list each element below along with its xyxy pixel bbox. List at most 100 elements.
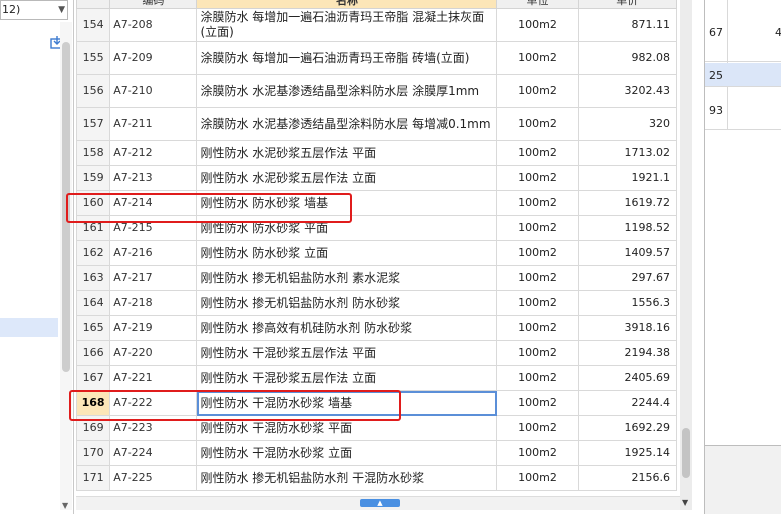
- list-item[interactable]: 93: [705, 88, 781, 130]
- quota-code[interactable]: A7-221: [109, 365, 198, 391]
- list-item[interactable]: 67 45: [705, 0, 781, 62]
- expand-panel-icon[interactable]: ▲: [360, 499, 400, 507]
- quota-code[interactable]: A7-223: [109, 415, 198, 441]
- row-number[interactable]: 166: [76, 340, 111, 366]
- table-row[interactable]: 169 A7-223 刚性防水 干混防水砂浆 平面 100m2 1692.29: [76, 415, 678, 441]
- quota-name[interactable]: 刚性防水 水泥砂浆五层作法 立面: [196, 165, 498, 191]
- quota-code[interactable]: A7-217: [109, 265, 198, 291]
- row-number[interactable]: 156: [76, 74, 111, 108]
- row-number[interactable]: 155: [76, 41, 111, 75]
- quota-name[interactable]: 刚性防水 干混砂浆五层作法 立面: [196, 365, 498, 391]
- quota-code[interactable]: A7-208: [109, 8, 198, 42]
- row-number[interactable]: 157: [76, 107, 111, 141]
- quota-name[interactable]: 刚性防水 掺无机铝盐防水剂 干混防水砂浆: [196, 465, 498, 491]
- row-number[interactable]: 170: [76, 440, 111, 466]
- quota-code[interactable]: A7-224: [109, 440, 198, 466]
- quota-price[interactable]: 1925.14: [577, 440, 678, 466]
- table-row[interactable]: 164 A7-218 刚性防水 掺无机铝盐防水剂 防水砂浆 100m2 1556.3: [76, 290, 678, 316]
- left-scrollbar[interactable]: ▼: [60, 22, 72, 510]
- chevron-down-icon[interactable]: ▼: [58, 1, 65, 19]
- quota-price[interactable]: 1619.72: [577, 190, 678, 216]
- quota-price[interactable]: 1713.02: [577, 140, 678, 166]
- row-number[interactable]: 167: [76, 365, 111, 391]
- quota-unit[interactable]: 100m2: [496, 340, 579, 366]
- quota-name[interactable]: 刚性防水 掺无机铝盐防水剂 防水砂浆: [196, 290, 498, 316]
- quota-unit[interactable]: 100m2: [496, 74, 579, 108]
- quota-code[interactable]: A7-215: [109, 215, 198, 241]
- header-code[interactable]: 编码: [109, 0, 198, 9]
- left-tree-selected-item[interactable]: [0, 318, 58, 337]
- quota-price[interactable]: 320: [577, 107, 678, 141]
- quota-price[interactable]: 3202.43: [577, 74, 678, 108]
- quota-unit[interactable]: 100m2: [496, 240, 579, 266]
- quota-code[interactable]: A7-214: [109, 190, 198, 216]
- grid-horizontal-scrollbar[interactable]: ▲: [76, 496, 680, 510]
- quota-unit[interactable]: 100m2: [496, 290, 579, 316]
- table-row[interactable]: 157 A7-211 涂膜防水 水泥基渗透结晶型涂料防水层 每增减0.1mm 100m…: [76, 107, 678, 141]
- quota-code[interactable]: A7-212: [109, 140, 198, 166]
- quota-unit[interactable]: 100m2: [496, 41, 579, 75]
- quota-unit[interactable]: 100m2: [496, 440, 579, 466]
- quota-name[interactable]: 刚性防水 干混砂浆五层作法 平面: [196, 340, 498, 366]
- row-number[interactable]: 171: [76, 465, 111, 491]
- quota-name[interactable]: 涂膜防水 每增加一遍石油沥青玛王帝脂 混凝土抹灰面(立面): [196, 8, 498, 42]
- quota-unit[interactable]: 100m2: [496, 390, 579, 416]
- header-name[interactable]: 名称: [196, 0, 498, 9]
- quota-unit[interactable]: 100m2: [496, 107, 579, 141]
- list-item[interactable]: 25: [705, 63, 781, 87]
- quota-name[interactable]: 刚性防水 防水砂浆 平面: [196, 215, 498, 241]
- table-row[interactable]: 158 A7-212 刚性防水 水泥砂浆五层作法 平面 100m2 1713.02: [76, 140, 678, 166]
- quota-name[interactable]: 刚性防水 掺无机铝盐防水剂 素水泥浆: [196, 265, 498, 291]
- quota-name[interactable]: 涂膜防水 水泥基渗透结晶型涂料防水层 涂膜厚1mm: [196, 74, 498, 108]
- quota-name[interactable]: 刚性防水 干混防水砂浆 平面: [196, 415, 498, 441]
- quota-code[interactable]: A7-219: [109, 315, 198, 341]
- quota-unit[interactable]: 100m2: [496, 140, 579, 166]
- quota-price[interactable]: 2244.4: [577, 390, 678, 416]
- quota-code[interactable]: A7-210: [109, 74, 198, 108]
- table-row[interactable]: 155 A7-209 涂膜防水 每增加一遍石油沥青玛王帝脂 砖墙(立面) 100m2 9…: [76, 41, 678, 75]
- quota-name[interactable]: 刚性防水 干混防水砂浆 墙基: [196, 390, 498, 416]
- quota-name[interactable]: 刚性防水 干混防水砂浆 立面: [196, 440, 498, 466]
- row-number[interactable]: 159: [76, 165, 111, 191]
- table-row[interactable]: 162 A7-216 刚性防水 防水砂浆 立面 100m2 1409.57: [76, 240, 678, 266]
- table-row[interactable]: 160 A7-214 刚性防水 防水砂浆 墙基 100m2 1619.72: [76, 190, 678, 216]
- table-row[interactable]: 170 A7-224 刚性防水 干混防水砂浆 立面 100m2 1925.14: [76, 440, 678, 466]
- table-row[interactable]: 163 A7-217 刚性防水 掺无机铝盐防水剂 素水泥浆 100m2 297.67: [76, 265, 678, 291]
- row-number[interactable]: 158: [76, 140, 111, 166]
- quota-unit[interactable]: 100m2: [496, 165, 579, 191]
- quota-name[interactable]: 刚性防水 掺高效有机硅防水剂 防水砂浆: [196, 315, 498, 341]
- table-row[interactable]: 165 A7-219 刚性防水 掺高效有机硅防水剂 防水砂浆 100m2 3918.16: [76, 315, 678, 341]
- table-row[interactable]: 167 A7-221 刚性防水 干混砂浆五层作法 立面 100m2 2405.69: [76, 365, 678, 391]
- quota-price[interactable]: 2194.38: [577, 340, 678, 366]
- header-price[interactable]: 单价: [577, 0, 678, 9]
- table-row[interactable]: 156 A7-210 涂膜防水 水泥基渗透结晶型涂料防水层 涂膜厚1mm 100m2 3…: [76, 74, 678, 108]
- quota-price[interactable]: 2405.69: [577, 365, 678, 391]
- quota-unit[interactable]: 100m2: [496, 415, 579, 441]
- left-scrollbar-thumb[interactable]: [62, 42, 70, 372]
- quota-name[interactable]: 刚性防水 水泥砂浆五层作法 平面: [196, 140, 498, 166]
- quota-code[interactable]: A7-225: [109, 465, 198, 491]
- quota-code[interactable]: A7-218: [109, 290, 198, 316]
- quota-price[interactable]: 1409.57: [577, 240, 678, 266]
- grid-vertical-scrollbar[interactable]: ▼: [680, 0, 692, 510]
- quota-code[interactable]: A7-209: [109, 41, 198, 75]
- header-unit[interactable]: 单位: [496, 0, 579, 9]
- quota-price[interactable]: 1198.52: [577, 215, 678, 241]
- quota-code[interactable]: A7-216: [109, 240, 198, 266]
- row-number[interactable]: 154: [76, 8, 111, 42]
- quota-price[interactable]: 1921.1: [577, 165, 678, 191]
- quota-price[interactable]: 1692.29: [577, 415, 678, 441]
- row-number[interactable]: 164: [76, 290, 111, 316]
- quota-code[interactable]: A7-222: [109, 390, 198, 416]
- row-number[interactable]: 168: [76, 390, 111, 416]
- table-row[interactable]: 166 A7-220 刚性防水 干混砂浆五层作法 平面 100m2 2194.38: [76, 340, 678, 366]
- table-row[interactable]: 168 A7-222 刚性防水 干混防水砂浆 墙基 100m2 2244.4: [76, 390, 678, 416]
- row-number[interactable]: 161: [76, 215, 111, 241]
- quota-name[interactable]: 涂膜防水 每增加一遍石油沥青玛王帝脂 砖墙(立面): [196, 41, 498, 75]
- quota-unit[interactable]: 100m2: [496, 190, 579, 216]
- scroll-down-icon[interactable]: ▼: [62, 501, 68, 510]
- quota-price[interactable]: 1556.3: [577, 290, 678, 316]
- quota-price[interactable]: 871.11: [577, 8, 678, 42]
- grid-scrollbar-thumb[interactable]: [682, 428, 690, 478]
- quota-unit[interactable]: 100m2: [496, 8, 579, 42]
